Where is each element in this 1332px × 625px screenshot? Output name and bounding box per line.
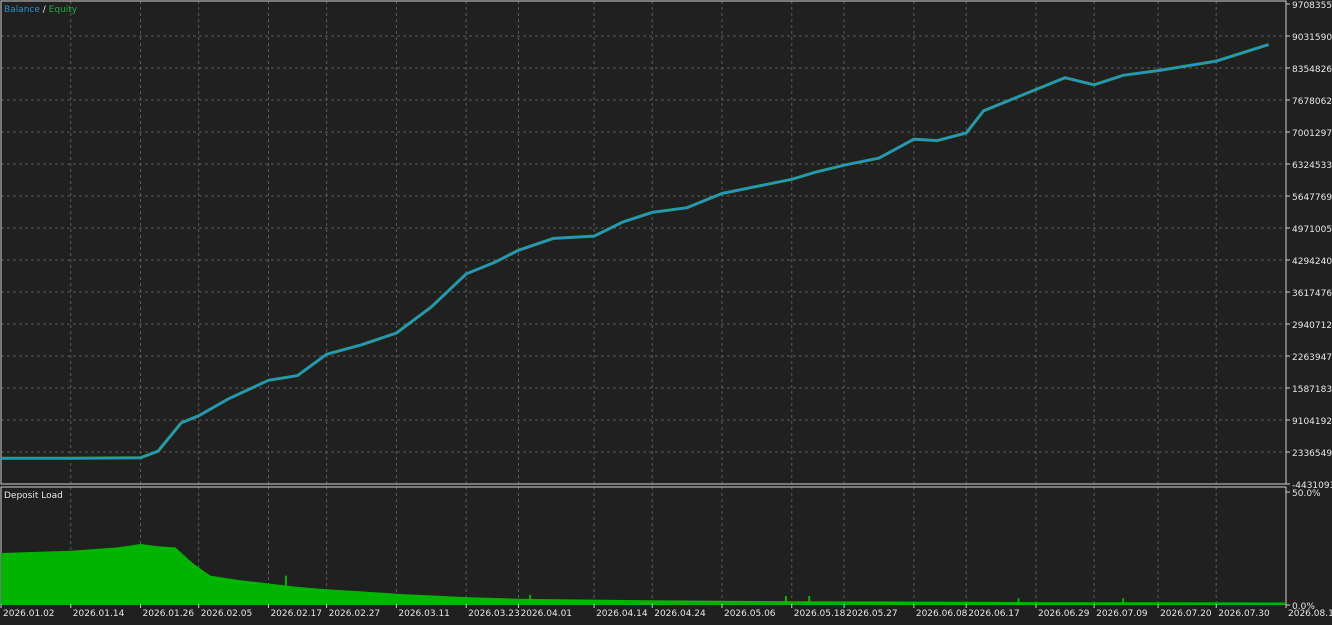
y-tick-label: 36174764 [1292, 289, 1332, 299]
y-tick-label: 56477692 [1292, 193, 1332, 203]
legend-separator: / [40, 5, 49, 15]
chart-legend: Balance / Equity [4, 5, 78, 15]
deposit-load-spike [808, 595, 811, 605]
deposit-load-title: Deposit Load [4, 491, 63, 501]
legend-equity: Equity [49, 5, 78, 15]
strategy-tester-graph: 97083550 90315907 83548264 76780621 70012978… [0, 0, 1332, 621]
y-tick-label: 63245335 [1292, 161, 1332, 171]
x-tick-label: 2026.05.27 [846, 609, 898, 619]
x-tick-label: 2026.01.02 [3, 609, 55, 619]
x-tick-label: 2026.02.17 [270, 609, 322, 619]
x-tick-label: 2026.04.24 [654, 609, 706, 619]
background [0, 0, 1332, 621]
x-tick-label: 2026.01.26 [143, 609, 195, 619]
x-tick-label: 2026.06.17 [968, 609, 1020, 619]
deposit-load-spike [1017, 598, 1020, 605]
x-tick-label: 2026.03.11 [398, 609, 450, 619]
y-tick-label: 83548264 [1292, 65, 1332, 75]
x-tick-label: 2026.02.27 [329, 609, 381, 619]
y-tick-label: 15871835 [1292, 385, 1332, 395]
x-tick-label: 2026.06.08 [916, 609, 968, 619]
y-tick-label: 90315907 [1292, 33, 1332, 43]
x-tick-label: 2026.06.29 [1038, 609, 1090, 619]
y-tick-label: 76780621 [1292, 97, 1332, 107]
x-tick-label: 2026.08.11 [1288, 609, 1332, 619]
x-tick-label: 2026.01.14 [73, 609, 125, 619]
x-tick-label: 2026.02.05 [201, 609, 253, 619]
x-tick-label: 2026.03.23 [468, 609, 520, 619]
deposit-load-spike [784, 595, 787, 605]
y-tick-label: 50.0% [1292, 489, 1321, 499]
y-tick-label: 22639478 [1292, 353, 1332, 363]
y-tick-label: 2336549 [1292, 449, 1332, 459]
y-tick-label: 49710050 [1292, 225, 1332, 235]
deposit-load-spike [1122, 598, 1125, 605]
x-tick-label: 2026.05.06 [724, 609, 776, 619]
x-tick-label: 2026.07.20 [1160, 609, 1212, 619]
x-tick-label: 2026.07.09 [1096, 609, 1148, 619]
legend-balance: Balance [4, 5, 40, 15]
x-tick-label: 2026.07.30 [1218, 609, 1270, 619]
deposit-load-spike [284, 575, 287, 605]
graph-canvas: 97083550 90315907 83548264 76780621 70012978… [0, 0, 1332, 621]
y-tick-label: 70012978 [1292, 129, 1332, 139]
x-tick-label: 2026.04.14 [596, 609, 648, 619]
y-tick-label: 97083550 [1292, 1, 1332, 11]
x-tick-label: 2026.04.01 [520, 609, 572, 619]
deposit-load-spike [529, 594, 532, 605]
y-tick-label: 9104192 [1292, 417, 1332, 427]
y-tick-label: 29407121 [1292, 321, 1332, 331]
y-tick-label: 42942407 [1292, 257, 1332, 267]
x-tick-label: 2026.05.18 [794, 609, 846, 619]
